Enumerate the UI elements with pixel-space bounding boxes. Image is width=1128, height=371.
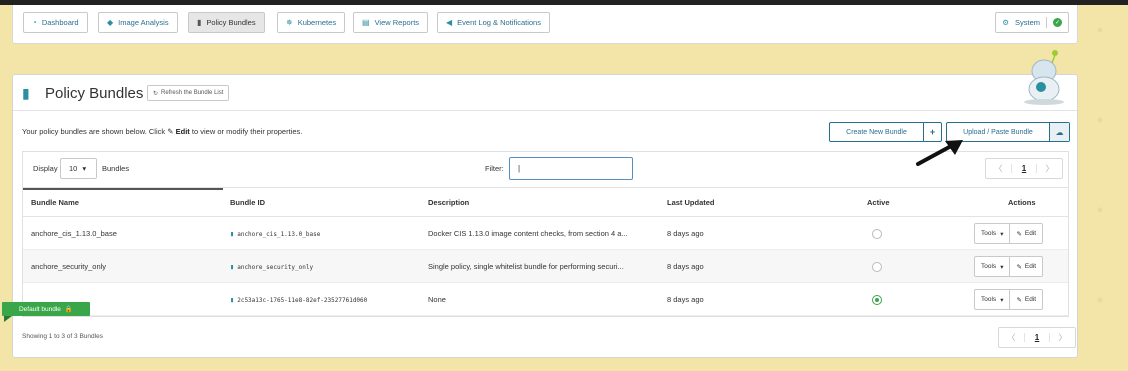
nav-dashboard-button[interactable]: ◔ Dashboard (23, 12, 88, 33)
default-bundle-badge: Default bundle 🔒 (2, 302, 90, 316)
refresh-bundle-list-button[interactable]: ↻ Refresh the Bundle List (147, 85, 230, 101)
bullhorn-icon: ◀ (446, 18, 453, 27)
panel-header: ▮ Policy Bundles ↻ Refresh the Bundle Li… (13, 50, 1077, 111)
robot-mascot-icon (1024, 50, 1064, 105)
caret-down-icon: ▾ (1000, 230, 1004, 238)
edit-icon: ✎ (167, 127, 174, 136)
lock-icon: 🔒 (64, 306, 73, 313)
caret-down-icon: ▾ (1000, 263, 1004, 271)
bundles-table: Display 10 ▾ Bundles Filter: | 〈 1 〉 Bun… (22, 151, 1069, 317)
edit-button[interactable]: ✎ Edit (1010, 230, 1042, 238)
edit-icon: ✎ (1016, 230, 1022, 238)
row-actions: Tools ▾ ✎ Edit (974, 256, 1044, 277)
tools-dropdown-button[interactable]: Tools ▾ (975, 257, 1011, 276)
column-active[interactable]: Active (867, 198, 890, 207)
column-description[interactable]: Description (428, 198, 469, 207)
nav-kubernetes-button[interactable]: ✵ Kubernetes (277, 12, 346, 33)
kubernetes-icon: ✵ (286, 18, 293, 27)
table-info: Showing 1 to 3 of 3 Bundles (22, 333, 103, 340)
tag-icon: ◆ (107, 18, 114, 27)
page-1-button[interactable]: 1 (1023, 333, 1051, 342)
cloud-upload-icon: ☁ (1049, 123, 1069, 141)
policy-bundles-panel: ▮ Policy Bundles ↻ Refresh the Bundle Li… (12, 50, 1078, 358)
sort-indicator (23, 188, 223, 190)
nav-view-reports-button[interactable]: ▤ View Reports (353, 12, 429, 33)
active-radio[interactable] (872, 295, 882, 305)
row-actions: Tools ▾ ✎ Edit (974, 289, 1044, 310)
bundle-id-icon: ▮ (230, 230, 235, 238)
dashboard-icon: ◔ (32, 18, 37, 27)
briefcase-icon: ▮ (22, 85, 30, 101)
check-icon: ✓ (1053, 18, 1062, 27)
page-size-select[interactable]: 10 ▾ (60, 158, 97, 179)
bundle-id-icon: ▮ (230, 296, 235, 304)
table-toolbar: Display 10 ▾ Bundles Filter: | 〈 1 〉 (23, 152, 1068, 187)
table-row: anchore_security_only ▮ anchore_security_… (23, 250, 1068, 283)
column-bundle-name[interactable]: Bundle Name (31, 198, 79, 207)
edit-icon: ✎ (1016, 296, 1022, 304)
active-radio[interactable] (872, 262, 882, 272)
divider (1046, 17, 1047, 28)
row-actions: Tools ▾ ✎ Edit (974, 223, 1044, 244)
column-last-updated[interactable]: Last Updated (667, 198, 715, 207)
next-page-button[interactable]: 〉 (1037, 163, 1062, 174)
prev-page-button[interactable]: 〈 (986, 163, 1011, 174)
page-title: Policy Bundles (45, 85, 144, 102)
prev-page-button[interactable]: 〈 (999, 332, 1024, 343)
briefcase-icon: ▮ (197, 18, 202, 27)
report-icon: ▤ (362, 18, 370, 27)
nav-policy-bundles-button[interactable]: ▮ Policy Bundles (188, 12, 265, 33)
active-radio[interactable] (872, 229, 882, 239)
text-cursor: | (518, 164, 521, 173)
system-status-button[interactable]: ⚙ System ✓ (995, 12, 1069, 33)
caret-down-icon: ▾ (82, 164, 87, 173)
edit-button[interactable]: ✎ Edit (1010, 296, 1042, 304)
tools-dropdown-button[interactable]: Tools ▾ (975, 224, 1011, 243)
refresh-icon: ↻ (153, 90, 159, 97)
table-row: ▮ 2c53a13c-1765-11e8-82ef-23527761d060 No… (23, 283, 1068, 316)
tools-dropdown-button[interactable]: Tools ▾ (975, 290, 1011, 309)
top-navbar: ◔ Dashboard ◆ Image Analysis ▮ Policy Bu… (12, 5, 1078, 44)
intro-text: Your policy bundles are shown below. Cli… (22, 127, 303, 136)
table-row: anchore_cis_1.13.0_base ▮ anchore_cis_1.1… (23, 217, 1068, 250)
top-pagination: 〈 1 〉 (985, 158, 1063, 179)
bottom-pagination: 〈 1 〉 (998, 327, 1076, 348)
pointer-arrow-icon (916, 140, 963, 166)
page-1-button[interactable]: 1 (1010, 164, 1038, 173)
gear-icon: ⚙ (1002, 18, 1009, 27)
column-bundle-id[interactable]: Bundle ID (230, 198, 265, 207)
edit-icon: ✎ (1016, 263, 1022, 271)
nav-event-log-button[interactable]: ◀ Event Log & Notifications (437, 12, 550, 33)
edit-button[interactable]: ✎ Edit (1010, 263, 1042, 271)
column-actions: Actions (1008, 198, 1036, 207)
nav-image-analysis-button[interactable]: ◆ Image Analysis (98, 12, 178, 33)
bundle-id-icon: ▮ (230, 263, 235, 271)
table-header: Bundle Name Bundle ID Description Last U… (23, 187, 1068, 217)
next-page-button[interactable]: 〉 (1050, 332, 1075, 343)
filter-input[interactable]: | (509, 157, 633, 180)
caret-down-icon: ▾ (1000, 296, 1004, 304)
